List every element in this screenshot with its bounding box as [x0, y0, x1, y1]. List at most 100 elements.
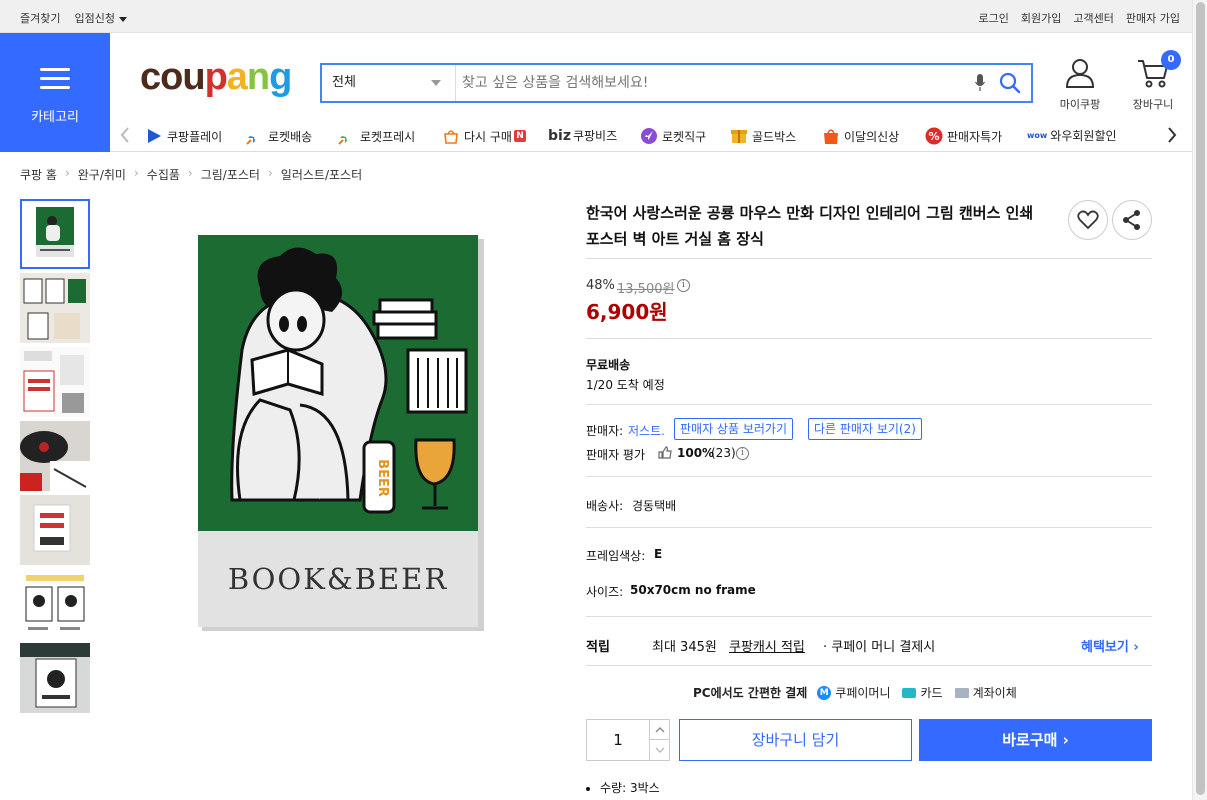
wishlist-button[interactable] — [1068, 200, 1108, 240]
breadcrumb-item[interactable]: 쿠팡 홈 — [20, 166, 57, 183]
divider — [586, 476, 1152, 477]
nav-item-rocket-fresh[interactable]: 로켓프레시 — [338, 127, 415, 145]
logo-part: g — [269, 56, 292, 98]
other-sellers-button[interactable]: 다른 판매자 보기(2) — [808, 418, 922, 440]
new-badge: N — [513, 130, 526, 142]
benefit-link[interactable]: 혜택보기 › — [1081, 636, 1139, 655]
original-price: 13,500원 — [617, 282, 675, 297]
goldbox-icon — [731, 130, 747, 143]
microphone-icon[interactable] — [975, 74, 985, 92]
nav-prev-arrow-icon[interactable] — [120, 127, 130, 143]
breadcrumb-separator-icon: › — [133, 166, 139, 180]
nav-item-label: 골드박스 — [752, 129, 797, 144]
category-button[interactable]: 카테고리 — [0, 33, 110, 152]
logo-part: p — [204, 56, 228, 98]
search-bar: 전체 — [320, 63, 1033, 103]
pay-method-bank: 계좌이체 — [972, 686, 1017, 700]
breadcrumb-item[interactable]: 일러스트/포스터 — [281, 166, 362, 183]
thumbnail-2[interactable] — [20, 273, 90, 343]
search-category-select[interactable]: 전체 — [322, 65, 456, 101]
quantity-increase-button[interactable] — [649, 720, 669, 740]
vertical-scrollbar[interactable] — [1192, 0, 1207, 800]
thumbnail-1[interactable] — [20, 199, 90, 269]
seller-apply-label: 입점신청 — [74, 12, 115, 25]
free-shipping-label: 무료배송 — [586, 358, 631, 372]
nav-item-wow-discount[interactable]: wow 와우회원할인 — [1027, 127, 1117, 144]
coupang-cash-link[interactable]: 쿠팡캐시 적립 — [729, 636, 805, 655]
seller-name-link[interactable]: 저스트. — [628, 422, 665, 439]
pay-method-card: 카드 — [920, 686, 943, 700]
coupang-logo[interactable]: coupang — [140, 56, 292, 99]
thumbnail-image — [20, 273, 90, 343]
thumbnail-3[interactable] — [20, 347, 90, 417]
poster-title-text: BOOK&BEER — [228, 562, 448, 596]
divider — [586, 665, 1152, 666]
info-icon[interactable]: i — [677, 279, 690, 292]
add-to-cart-button[interactable]: 장바구니 담기 — [679, 719, 912, 761]
chevron-right-icon: › — [1133, 640, 1139, 655]
login-link[interactable]: 로그인 — [979, 10, 1009, 26]
courier-name: 경동택배 — [632, 499, 677, 513]
global-rocket-icon — [641, 128, 657, 144]
breadcrumb-item[interactable]: 수집품 — [147, 166, 180, 183]
signup-link[interactable]: 회원가입 — [1021, 10, 1061, 26]
product-title: 한국어 사랑스러운 공룡 마우스 만화 디자인 인테리어 그림 캔버스 인쇄 포… — [586, 204, 1034, 248]
share-button[interactable] — [1112, 200, 1152, 240]
thumbs-up-icon — [658, 446, 672, 459]
seller-apply-link[interactable]: 입점신청 — [74, 10, 127, 26]
mypage-button[interactable]: 마이쿠팡 — [1053, 58, 1107, 112]
breadcrumb-separator-icon: › — [187, 166, 193, 180]
caret-down-icon — [118, 16, 127, 22]
thumbnail-image — [22, 201, 88, 267]
thumbnail-6[interactable] — [20, 569, 90, 639]
beer-can-text: BEER — [375, 459, 390, 497]
sale-price: 6,900원 — [586, 300, 668, 324]
nav-item-coupang-biz[interactable]: biz 쿠팡비즈 — [548, 127, 617, 144]
nav-item-goldbox[interactable]: 골드박스 — [730, 127, 796, 145]
nav-item-coupang-play[interactable]: 쿠팡플레이 — [145, 127, 222, 145]
customer-center-link[interactable]: 고객센터 — [1073, 10, 1113, 26]
quantity-input[interactable]: 1 — [587, 720, 649, 760]
thumbnail-image — [20, 421, 90, 491]
biz-icon: biz — [548, 127, 571, 144]
reward-label: 적립 — [586, 640, 610, 655]
breadcrumb-separator-icon: › — [64, 166, 70, 180]
benefit-link-label: 혜택보기 — [1081, 640, 1129, 655]
breadcrumb-item[interactable]: 그림/포스터 — [201, 166, 260, 183]
hamburger-icon — [40, 68, 70, 90]
thumbnail-image — [20, 347, 90, 417]
share-icon — [1123, 210, 1140, 230]
scrollbar-thumb[interactable] — [1196, 2, 1205, 795]
quantity-decrease-button[interactable] — [649, 740, 669, 760]
coupay-money-icon: M — [817, 685, 832, 700]
breadcrumb-item[interactable]: 완구/취미 — [78, 166, 126, 183]
nav-item-rebuy[interactable]: 다시 구매 N — [442, 127, 526, 145]
nav-item-new-arrivals[interactable]: 이달의신상 — [822, 127, 899, 145]
nav-item-rocket-global[interactable]: 로켓직구 — [640, 127, 706, 145]
nav-next-arrow-icon[interactable] — [1167, 127, 1177, 143]
seller-signup-link[interactable]: 판매자 가입 — [1126, 10, 1180, 26]
user-icon — [1065, 59, 1095, 88]
top-utility-bar: 즐겨찾기 입점신청 로그인 회원가입 고객센터 판매자 가입 — [0, 0, 1192, 33]
nav-item-seller-deals[interactable]: % 판매자특가 — [925, 127, 1002, 145]
dropdown-arrow-icon — [431, 80, 441, 86]
logo-part: cou — [140, 56, 206, 98]
search-icon[interactable] — [999, 72, 1021, 94]
nav-item-rocket-delivery[interactable]: 로켓배송 — [246, 127, 312, 145]
info-icon[interactable]: i — [736, 447, 749, 460]
category-label: 카테고리 — [31, 110, 79, 125]
thumbnail-7[interactable] — [20, 643, 90, 713]
nav-item-label: 쿠팡플레이 — [167, 129, 223, 144]
thumbnail-4[interactable] — [20, 421, 90, 491]
search-input[interactable] — [462, 67, 962, 99]
cart-button[interactable]: 0 장바구니 — [1125, 50, 1181, 112]
frame-color-label: 프레임색상: — [586, 549, 646, 563]
seller-products-button[interactable]: 판매자 상품 보러가기 — [674, 418, 793, 440]
bookmark-link[interactable]: 즐겨찾기 — [20, 10, 60, 26]
main-product-image[interactable]: BEER BOOK&BEER — [110, 200, 570, 660]
thumbnail-5[interactable] — [20, 495, 90, 565]
buy-now-button[interactable]: 바로구매 › — [919, 719, 1152, 761]
rocket-icon — [246, 129, 262, 145]
payment-methods: PC에서도 간편한 결제 M 쿠페이머니 카드 계좌이체 — [693, 684, 1017, 701]
seller-rating-label: 판매자 평가 — [586, 448, 646, 462]
